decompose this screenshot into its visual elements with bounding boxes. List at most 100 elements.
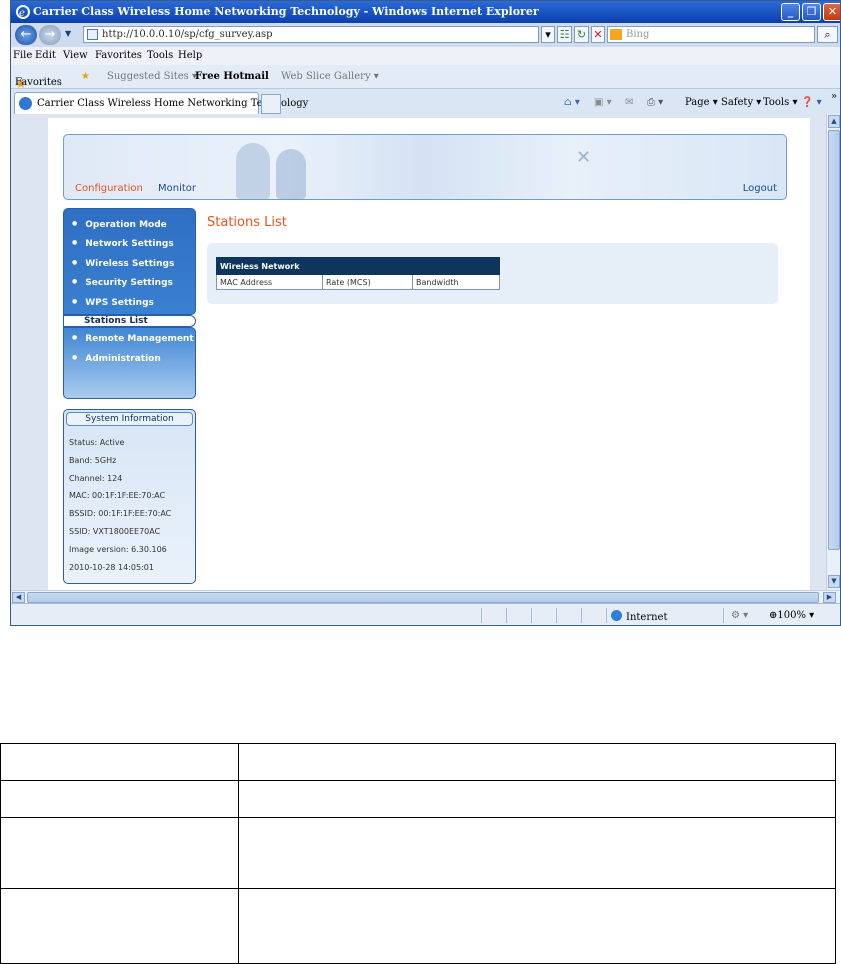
- url-dropdown-icon[interactable]: ▾: [541, 26, 555, 43]
- sidebar-bottom-group: Remote Management Administration: [63, 327, 196, 399]
- window-title: Carrier Class Wireless Home Networking T…: [33, 5, 539, 18]
- menu-view[interactable]: View: [63, 50, 88, 61]
- sysinfo-band: Band: 5GHz: [69, 456, 117, 465]
- sysinfo-ssid: SSID: VXT1800EE70AC: [69, 527, 161, 536]
- sysinfo-channel: Channel: 124: [69, 474, 123, 483]
- zone-label: Internet: [626, 612, 668, 623]
- scroll-up-icon[interactable]: ▲: [828, 115, 840, 128]
- document-table: [0, 743, 836, 964]
- ie-logo-icon: e: [16, 5, 30, 19]
- sidebar-item-administration[interactable]: Administration: [72, 354, 161, 364]
- status-bar: Internet ⚙ ▾ ⊕100% ▾: [11, 603, 840, 625]
- forward-button[interactable]: →: [39, 25, 61, 45]
- tab-ie-icon: [19, 97, 32, 110]
- favorites-bar: ★ Favorites ★ Suggested Sites ▾ Free Hot…: [11, 65, 840, 92]
- page-title: Stations List: [207, 215, 287, 230]
- sidebar-item-stations-list[interactable]: Stations List: [63, 315, 196, 327]
- horizontal-scrollbar[interactable]: ◀ ▶: [11, 590, 840, 603]
- title-bar: e Carrier Class Wireless Home Networking…: [11, 1, 840, 23]
- stations-panel: Wireless Network MAC Address Rate (MCS) …: [207, 243, 778, 304]
- print-icon[interactable]: ⎙ ▾: [647, 97, 663, 108]
- search-icon[interactable]: ⌕: [817, 26, 838, 43]
- suggested-sites-link[interactable]: Suggested Sites ▾: [107, 71, 197, 82]
- web-slice-gallery-link[interactable]: Web Slice Gallery ▾: [281, 71, 379, 82]
- sidebar-item-security-settings[interactable]: Security Settings: [72, 278, 173, 288]
- tab-row: Carrier Class Wireless Home Networking T…: [11, 89, 840, 114]
- sidebar-item-operation-mode[interactable]: Operation Mode: [72, 220, 167, 230]
- page-viewport: ✕ Configuration Monitor Logout Operation…: [11, 114, 826, 590]
- table-column-row: MAC Address Rate (MCS) Bandwidth: [216, 274, 500, 290]
- logout-link[interactable]: Logout: [743, 183, 777, 194]
- sysinfo-bssid: BSSID: 00:1F:1F:EE:70:AC: [69, 509, 172, 518]
- banner-logo-icon: ✕: [576, 147, 592, 168]
- help-icon[interactable]: ❓ ▾: [801, 97, 822, 108]
- scroll-left-icon[interactable]: ◀: [12, 592, 25, 603]
- table-row: [0, 780, 836, 818]
- sysinfo-datetime: 2010-10-28 14:05:01: [69, 563, 154, 572]
- url-text: http://10.0.0.10/sp/cfg_survey.asp: [102, 29, 273, 40]
- menu-help[interactable]: Help: [178, 50, 202, 61]
- menu-file[interactable]: File: [13, 50, 32, 61]
- table-row: [0, 743, 836, 781]
- add-favorite-icon[interactable]: ★: [81, 71, 90, 82]
- nav-monitor[interactable]: Monitor: [158, 183, 196, 194]
- home-icon[interactable]: ⌂ ▾: [564, 97, 580, 108]
- header-banner: ✕ Configuration Monitor Logout: [63, 134, 787, 200]
- search-placeholder: Bing: [626, 29, 650, 40]
- sidebar-item-wps-settings[interactable]: WPS Settings: [72, 298, 154, 308]
- menu-bar: File Edit View Favorites Tools Help: [11, 47, 840, 65]
- address-bar: ← → ▼ http://10.0.0.10/sp/cfg_survey.asp…: [11, 23, 840, 47]
- chevron-more-icon[interactable]: »: [831, 91, 837, 102]
- nav-configuration[interactable]: Configuration: [75, 183, 143, 194]
- feeds-icon[interactable]: ▣ ▾: [594, 97, 612, 108]
- back-button[interactable]: ←: [15, 25, 37, 45]
- url-field[interactable]: http://10.0.0.10/sp/cfg_survey.asp: [83, 26, 539, 43]
- sysinfo-image-version: Image version: 6.30.106: [69, 545, 167, 554]
- scroll-down-icon[interactable]: ▼: [828, 575, 840, 588]
- safety-menu[interactable]: Safety ▾: [721, 97, 761, 108]
- sidebar-item-wireless-settings[interactable]: Wireless Settings: [72, 259, 174, 269]
- browser-window: e Carrier Class Wireless Home Networking…: [10, 0, 841, 626]
- page-icon: [87, 29, 98, 40]
- system-information-panel: System Information Status: Active Band: …: [63, 409, 196, 584]
- favorites-label: Favorites: [15, 77, 62, 88]
- stations-table: Wireless Network MAC Address Rate (MCS) …: [216, 257, 500, 290]
- close-button[interactable]: ✕: [823, 3, 840, 21]
- compat-view-icon[interactable]: ☷: [557, 26, 572, 43]
- sidebar-top-group: Operation Mode Network Settings Wireless…: [63, 208, 196, 315]
- sidebar-item-network-settings[interactable]: Network Settings: [72, 239, 173, 249]
- free-hotmail-link[interactable]: Free Hotmail: [195, 71, 269, 82]
- protected-mode-icon[interactable]: ⚙ ▾: [731, 610, 748, 621]
- new-tab-button[interactable]: [261, 94, 281, 114]
- system-information-title: System Information: [66, 412, 193, 426]
- vertical-scrollbar[interactable]: ▲ ▼: [826, 114, 840, 590]
- column-bandwidth: Bandwidth: [412, 274, 500, 290]
- zoom-control[interactable]: ⊕100% ▾: [769, 610, 814, 621]
- search-input[interactable]: Bing: [607, 26, 815, 43]
- scroll-right-icon[interactable]: ▶: [823, 592, 836, 603]
- recent-pages-icon[interactable]: ▼: [65, 29, 71, 38]
- table-row: [0, 888, 836, 964]
- svg-text:e: e: [19, 8, 25, 19]
- menu-favorites[interactable]: Favorites: [95, 50, 142, 61]
- page-menu[interactable]: Page ▾: [685, 97, 718, 108]
- sidebar-item-remote-management[interactable]: Remote Management: [72, 334, 193, 344]
- banner-figure-image: [236, 143, 270, 199]
- horizontal-scroll-thumb[interactable]: [27, 592, 819, 603]
- menu-tools[interactable]: Tools: [147, 50, 173, 61]
- security-zone: Internet: [611, 610, 667, 623]
- mail-icon[interactable]: ✉: [625, 97, 633, 108]
- router-page: ✕ Configuration Monitor Logout Operation…: [48, 118, 810, 590]
- restore-button[interactable]: ❐: [802, 3, 821, 21]
- stop-icon[interactable]: ✕: [591, 26, 605, 43]
- vertical-scroll-thumb[interactable]: [828, 130, 840, 550]
- sysinfo-mac: MAC: 00:1F:1F:EE:70:AC: [69, 491, 166, 500]
- minimize-button[interactable]: _: [781, 3, 800, 21]
- table-header-row: Wireless Network: [216, 257, 500, 275]
- zoom-level: 100%: [777, 610, 806, 621]
- tools-menu[interactable]: Tools ▾: [763, 97, 797, 108]
- refresh-icon[interactable]: ↻: [574, 26, 589, 43]
- menu-edit[interactable]: Edit: [35, 50, 56, 61]
- tab-current[interactable]: Carrier Class Wireless Home Networking T…: [14, 92, 308, 114]
- globe-icon: [611, 610, 622, 621]
